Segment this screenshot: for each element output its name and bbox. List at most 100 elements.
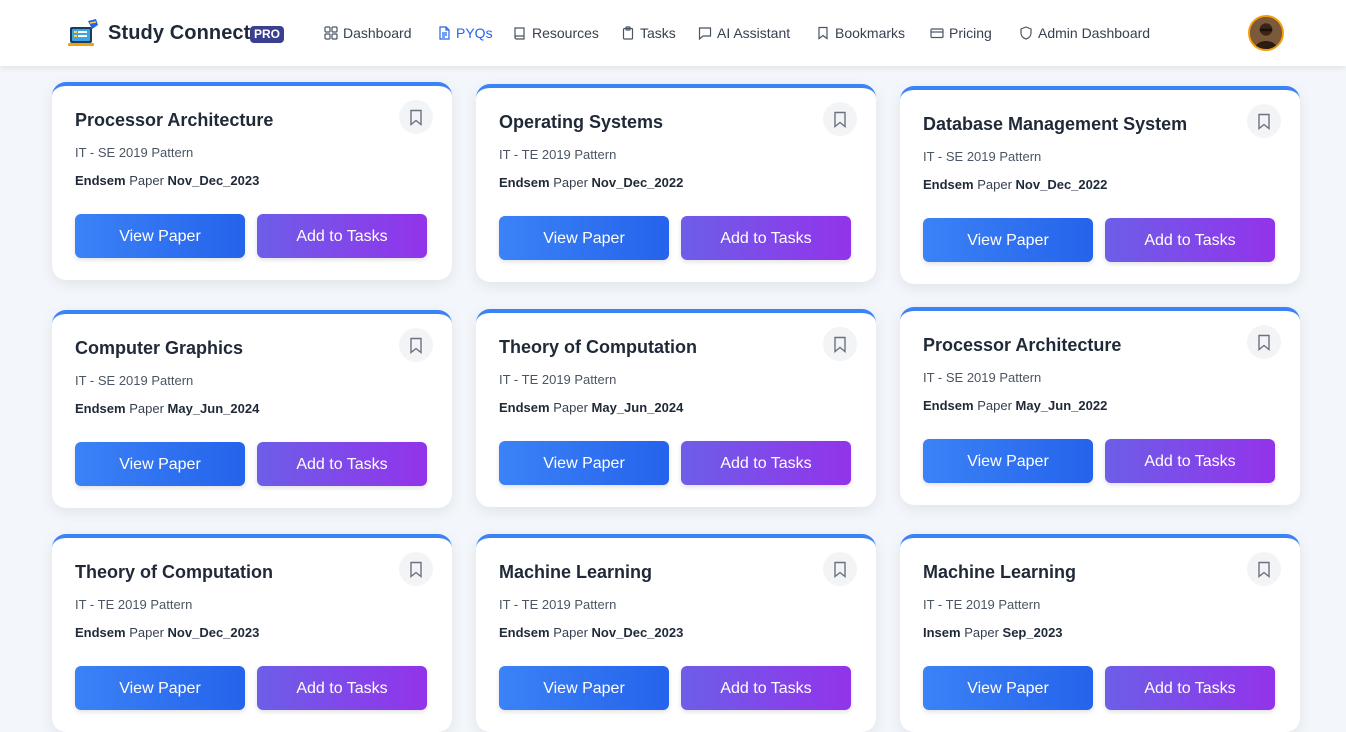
bookmark-icon [410,109,422,126]
card-meta: IT - TE 2019 Pattern [499,147,617,162]
bookmark-button[interactable] [399,328,433,362]
card-meta: IT - SE 2019 Pattern [923,149,1042,164]
paper-word: Paper [129,173,164,188]
nav-label: AI Assistant [717,25,791,41]
bookmark-button[interactable] [399,552,433,586]
study-connect-logo-icon[interactable] [68,17,100,49]
nav-ai-assistant[interactable]: AI Assistant [698,24,790,42]
add-to-tasks-button[interactable]: Add to Tasks [257,442,427,486]
card-title: Machine Learning [499,562,653,582]
bookmark-icon [1258,113,1270,130]
paper-session: Nov_Dec_2023 [167,173,260,188]
nav-bookmarks[interactable]: Bookmarks [816,24,905,42]
add-to-tasks-button[interactable]: Add to Tasks [681,216,851,260]
paper-word: Paper [553,625,588,640]
add-to-tasks-button[interactable]: Add to Tasks [681,666,851,710]
paper-session: Nov_Dec_2023 [591,625,684,640]
card-meta: IT - TE 2019 Pattern [499,372,617,387]
card-paper-info: Endsem Paper Nov_Dec_2023 [75,173,259,188]
add-to-tasks-button[interactable]: Add to Tasks [1105,666,1275,710]
paper-type: Endsem [499,625,550,640]
bookmark-icon [818,26,828,40]
add-to-tasks-button[interactable]: Add to Tasks [1105,218,1275,262]
bookmark-button[interactable] [1247,104,1281,138]
add-to-tasks-button[interactable]: Add to Tasks [1105,439,1275,483]
bookmark-icon [834,561,846,578]
paper-word: Paper [553,175,588,190]
card-paper-info: Endsem Paper Nov_Dec_2023 [499,625,683,640]
nav-label: Tasks [640,25,676,41]
bookmark-button[interactable] [1247,552,1281,586]
paper-session: May_Jun_2024 [591,400,684,415]
bookmark-button[interactable] [399,100,433,134]
paper-type: Endsem [923,177,974,192]
credit-card-icon [930,28,944,39]
bookmark-icon [410,561,422,578]
book-icon [514,27,525,40]
avatar[interactable] [1248,15,1284,51]
card-title: Machine Learning [923,562,1077,582]
add-to-tasks-button[interactable]: Add to Tasks [257,214,427,258]
paper-type: Insem [923,625,961,640]
view-paper-button[interactable]: View Paper [923,666,1093,710]
bookmark-icon [1258,561,1270,578]
nav-label: Resources [532,25,599,41]
view-paper-button[interactable]: View Paper [75,442,245,486]
bookmark-icon [410,337,422,354]
paper-word: Paper [553,400,588,415]
card-title: Theory of Computation [499,337,697,357]
bookmark-button[interactable] [823,102,857,136]
paper-word: Paper [129,401,164,416]
brand-name[interactable]: Study Connect [108,22,250,45]
add-to-tasks-button[interactable]: Add to Tasks [681,441,851,485]
file-text-icon [439,26,450,40]
chat-icon [698,27,712,40]
nav-pricing[interactable]: Pricing [930,24,992,42]
paper-type: Endsem [75,625,126,640]
bookmark-icon [834,336,846,353]
paper-word: Paper [977,398,1012,413]
add-to-tasks-button[interactable]: Add to Tasks [257,666,427,710]
paper-session: Nov_Dec_2022 [591,175,684,190]
pyq-card: Machine Learning IT - TE 2019 Pattern In… [900,534,1300,732]
bookmark-button[interactable] [823,327,857,361]
card-title: Theory of Computation [75,562,273,582]
nav-dashboard[interactable]: Dashboard [324,24,412,42]
card-paper-info: Endsem Paper Nov_Dec_2022 [923,177,1107,192]
paper-session: May_Jun_2022 [1015,398,1108,413]
view-paper-button[interactable]: View Paper [923,439,1093,483]
nav-resources[interactable]: Resources [513,24,599,42]
top-navbar: Study Connect PRO Dashboard PYQs Resourc… [0,0,1346,66]
view-paper-button[interactable]: View Paper [499,216,669,260]
card-paper-info: Endsem Paper May_Jun_2024 [499,400,683,415]
card-meta: IT - TE 2019 Pattern [923,597,1041,612]
view-paper-button[interactable]: View Paper [499,666,669,710]
nav-tasks[interactable]: Tasks [621,24,676,42]
shield-icon [1020,26,1032,40]
view-paper-button[interactable]: View Paper [923,218,1093,262]
pyq-card: Theory of Computation IT - TE 2019 Patte… [476,309,876,507]
pyq-card: Processor Architecture IT - SE 2019 Patt… [900,307,1300,505]
paper-type: Endsem [499,400,550,415]
pyq-card: Operating Systems IT - TE 2019 Pattern E… [476,84,876,282]
nav-admin-dashboard[interactable]: Admin Dashboard [1019,24,1150,42]
bookmark-button[interactable] [1247,325,1281,359]
card-paper-info: Endsem Paper Nov_Dec_2023 [75,625,259,640]
view-paper-button[interactable]: View Paper [499,441,669,485]
card-paper-info: Endsem Paper Nov_Dec_2022 [499,175,683,190]
pyq-card: Database Management System IT - SE 2019 … [900,86,1300,284]
nav-label: Dashboard [343,25,412,41]
card-title: Computer Graphics [75,338,244,358]
nav-label: PYQs [456,25,493,41]
card-meta: IT - TE 2019 Pattern [499,597,617,612]
bookmark-button[interactable] [823,552,857,586]
paper-word: Paper [129,625,164,640]
view-paper-button[interactable]: View Paper [75,666,245,710]
card-paper-info: Insem Paper Sep_2023 [923,625,1063,640]
pyq-card: Theory of Computation IT - TE 2019 Patte… [52,534,452,732]
paper-type: Endsem [923,398,974,413]
view-paper-button[interactable]: View Paper [75,214,245,258]
card-meta: IT - SE 2019 Pattern [75,145,194,160]
nav-pyqs[interactable]: PYQs [437,24,493,42]
paper-type: Endsem [75,173,126,188]
